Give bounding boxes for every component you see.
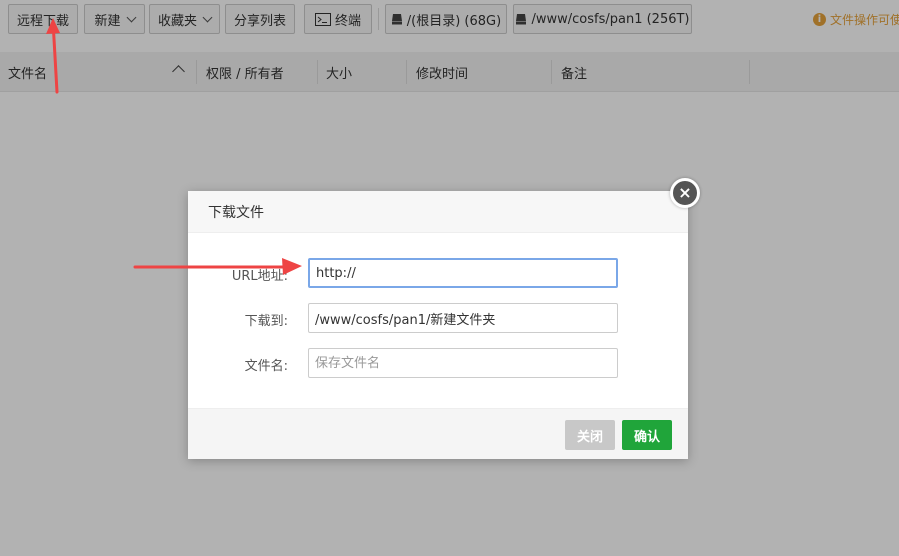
filename-row: 文件名: xyxy=(188,348,688,378)
url-row: URL地址: xyxy=(188,258,688,288)
confirm-button[interactable]: 确认 xyxy=(622,420,673,450)
destination-label: 下载到: xyxy=(244,314,288,329)
filename-label: 文件名: xyxy=(244,359,288,374)
destination-row: 下载到: xyxy=(188,303,688,333)
close-icon[interactable]: × xyxy=(670,178,700,208)
filename-input[interactable] xyxy=(308,348,618,378)
dialog-footer: 关闭 确认 xyxy=(188,408,688,459)
download-file-dialog: 下载文件 URL地址: 下载到: 文件名: 关闭 确认 xyxy=(188,191,688,459)
destination-input[interactable] xyxy=(308,303,618,333)
dialog-title: 下载文件 xyxy=(208,204,264,221)
close-button[interactable]: 关闭 xyxy=(565,420,616,450)
dialog-header: 下载文件 xyxy=(188,191,688,233)
url-label: URL地址: xyxy=(231,269,288,284)
url-input[interactable] xyxy=(308,258,618,288)
